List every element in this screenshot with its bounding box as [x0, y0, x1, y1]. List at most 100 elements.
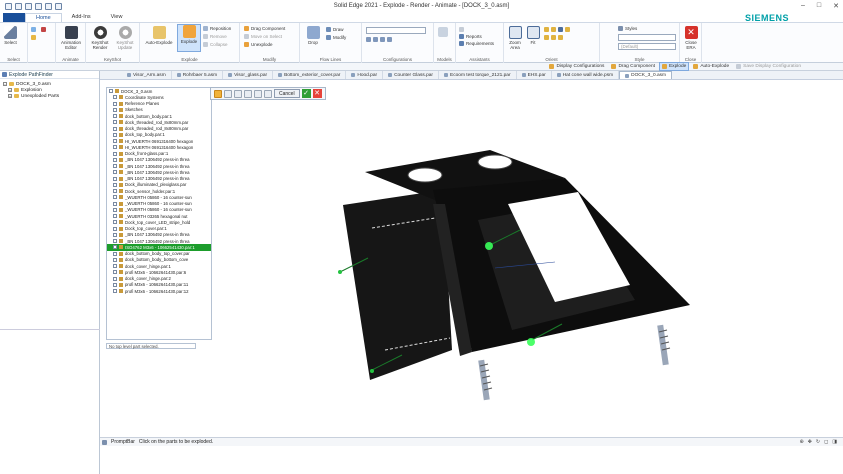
fit-icon[interactable]: ◻ [824, 439, 828, 445]
checkbox-icon[interactable] [113, 189, 117, 194]
auto-explode-button[interactable]: Auto-Explode [143, 26, 175, 45]
cancel-button[interactable]: Cancel [274, 89, 300, 98]
checkbox-icon[interactable] [113, 101, 117, 106]
checkbox-icon[interactable] [113, 132, 117, 137]
tool-2-button[interactable] [31, 35, 36, 40]
drop-button[interactable]: Drop [304, 26, 322, 45]
config-icon[interactable] [387, 37, 392, 42]
drag-component-button[interactable]: Drag Component [244, 26, 285, 31]
tab-view[interactable]: View [101, 13, 133, 22]
cube-icon[interactable] [544, 35, 549, 40]
checkbox-icon[interactable] [113, 120, 117, 125]
keyshot-update-button[interactable]: KeyShot Update [114, 26, 136, 50]
styles-button[interactable]: Styles [618, 26, 637, 31]
rotate-icon[interactable]: ↻ [816, 439, 820, 445]
checkbox-icon[interactable] [113, 257, 117, 262]
cube-icon[interactable] [558, 27, 563, 32]
threaded-rod-left[interactable] [478, 359, 493, 401]
cube-icon[interactable] [551, 27, 556, 32]
pan-icon[interactable]: ✥ [808, 439, 812, 445]
doc-tab[interactable]: EHS.par [517, 71, 552, 79]
move-on-select-button[interactable]: Move on Select [244, 34, 282, 39]
minimize-icon[interactable]: – [801, 2, 805, 10]
checkbox-icon[interactable] [113, 251, 117, 256]
spread-icon[interactable] [254, 89, 262, 98]
tab-add-ins[interactable]: Add-Ins [62, 13, 101, 22]
tool-3-button[interactable] [41, 27, 46, 32]
checkbox-icon[interactable] [113, 151, 117, 156]
reports-button[interactable]: Reports [459, 34, 482, 39]
checkbox-icon[interactable] [113, 214, 117, 219]
doc-tab-active[interactable]: DOCK_3_0.asm [619, 71, 673, 79]
checkbox-icon[interactable] [113, 264, 117, 269]
collapse-button[interactable]: Collapse [203, 42, 228, 47]
expand-icon[interactable]: + [8, 88, 12, 92]
checkbox-icon[interactable] [113, 232, 117, 237]
checkbox-icon[interactable] [113, 289, 117, 294]
cube-icon[interactable] [558, 35, 563, 40]
stationary-part-icon[interactable] [224, 89, 232, 98]
view-icon[interactable]: ◨ [832, 439, 837, 445]
checkbox-icon[interactable] [113, 170, 117, 175]
modify-button[interactable]: Modify [326, 35, 346, 40]
checkbox-icon[interactable] [113, 145, 117, 150]
pathfinder-part[interactable]: profi M3x6 - 10662641430.par:12 [107, 288, 211, 294]
explode-button[interactable]: Explode [177, 24, 201, 52]
checkbox-icon[interactable] [113, 157, 117, 162]
tab-file[interactable] [3, 13, 25, 22]
style-combo[interactable] [618, 34, 676, 41]
doc-tab[interactable]: Ecoom test torque_2121.par [439, 71, 517, 79]
checkbox-icon[interactable] [113, 226, 117, 231]
drag-component-cmd[interactable]: Drag Component [609, 63, 657, 70]
checkbox-icon[interactable] [113, 95, 117, 100]
save-display-config-cmd[interactable]: Save Display Configuration [734, 63, 803, 70]
doc-tab[interactable]: Counter Glass.par [383, 71, 440, 79]
checkbox-icon[interactable] [113, 220, 117, 225]
display-configurations-button[interactable]: Display Configurations [547, 63, 606, 70]
checkbox-icon[interactable] [113, 245, 117, 250]
config-icon[interactable] [366, 37, 371, 42]
keyshot-render-button[interactable]: KeyShot Render [89, 26, 111, 50]
config-icon[interactable] [380, 37, 385, 42]
reposition-button[interactable]: Reposition [203, 26, 231, 31]
models-button[interactable] [438, 27, 448, 38]
doc-tab[interactable]: Visor_Arm.asm [122, 71, 172, 79]
default-style-combo[interactable]: (Default) [618, 43, 676, 50]
tree-item[interactable]: + Unexploded Parts [3, 93, 99, 99]
close-icon[interactable]: ✕ [833, 2, 839, 10]
checkbox-icon[interactable] [113, 126, 117, 131]
checkbox-icon[interactable] [113, 182, 117, 187]
checkbox-icon[interactable] [113, 139, 117, 144]
cube-icon[interactable] [551, 35, 556, 40]
checkbox-icon[interactable] [113, 107, 117, 112]
expand-icon[interactable]: + [8, 94, 12, 98]
doc-tab[interactable]: Bottom_exterior_cover.par [273, 71, 347, 79]
checkbox-icon[interactable] [113, 176, 117, 181]
explode-cmd[interactable]: Explode [658, 62, 690, 71]
requirements-button[interactable]: Requirements [459, 41, 494, 46]
checkbox-icon[interactable] [113, 195, 117, 200]
doc-tab[interactable]: Hood.par [346, 71, 384, 79]
remove-button[interactable]: Remove [203, 34, 227, 39]
expand-icon[interactable]: − [3, 82, 7, 86]
maximize-icon[interactable]: □ [817, 2, 821, 10]
close-era-button[interactable]: ✕ Close ERA [683, 26, 699, 50]
configuration-combo[interactable] [366, 27, 426, 34]
auto-explode-cmd[interactable]: Auto-Explode [691, 63, 731, 70]
tab-home[interactable]: Home [25, 13, 62, 22]
options-icon[interactable] [264, 89, 272, 98]
zoom-icon[interactable]: ⊕ [800, 439, 804, 445]
zoom-area-button[interactable]: Zoom Area [506, 26, 524, 50]
select-button[interactable]: Select [4, 26, 17, 45]
doc-tab[interactable]: Visor_glass.par [223, 71, 274, 79]
doc-tab[interactable]: Rohrbaer 5.asm [172, 71, 224, 79]
checkbox-icon[interactable] [113, 164, 117, 169]
checkbox-icon[interactable] [113, 114, 117, 119]
face-icon[interactable] [234, 89, 242, 98]
checkbox-icon[interactable] [113, 276, 117, 281]
assist-button[interactable] [459, 27, 464, 32]
select-parts-icon[interactable] [214, 89, 222, 98]
config-icon[interactable] [373, 37, 378, 42]
fit-button[interactable]: Fit [526, 26, 540, 45]
cube-icon[interactable] [565, 27, 570, 32]
